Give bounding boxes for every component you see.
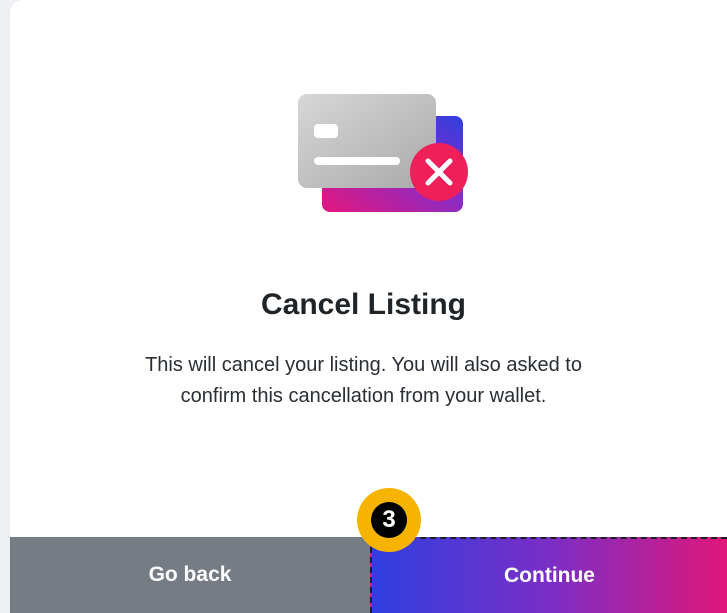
step-number-badge: 3 (357, 488, 421, 552)
modal-description: This will cancel your listing. You will … (10, 350, 727, 412)
step-number: 3 (371, 502, 407, 538)
description-line-1: This will cancel your listing. You will … (145, 354, 582, 376)
cancel-card-icon (298, 94, 468, 212)
description-line-2: confirm this cancellation from your wall… (180, 385, 547, 407)
continue-button[interactable]: Continue (370, 537, 727, 613)
go-back-button[interactable]: Go back (10, 537, 370, 613)
modal-footer: Go back Continue (10, 537, 727, 613)
modal-title: Cancel Listing (260, 288, 467, 321)
card-stripe (314, 157, 400, 165)
card-chip (314, 124, 338, 138)
